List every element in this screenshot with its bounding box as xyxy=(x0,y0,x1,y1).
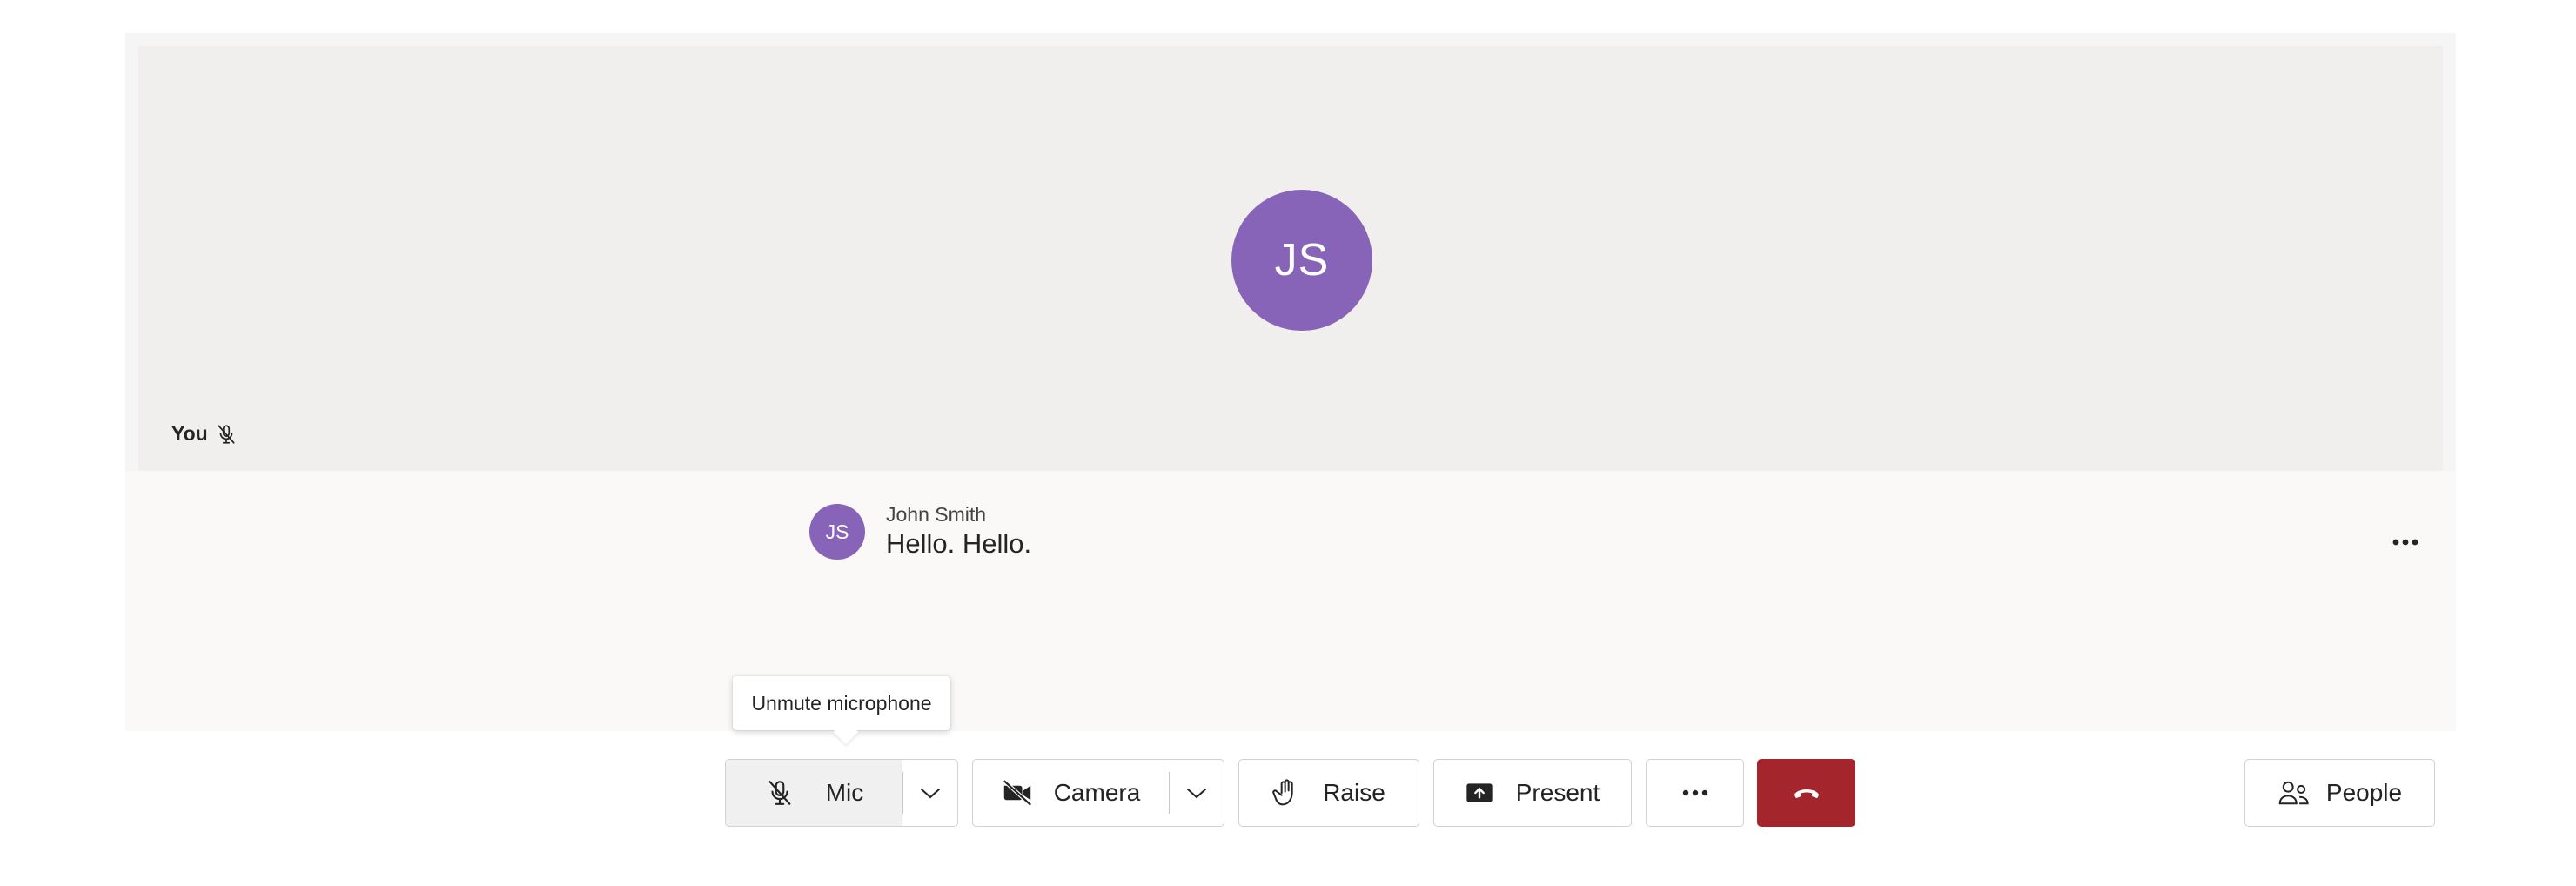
camera-off-icon xyxy=(1002,779,1033,807)
camera-label: Camera xyxy=(1053,779,1141,806)
live-captions: JS John Smith Hello. Hello. xyxy=(125,471,2456,731)
raise-hand-button[interactable]: Raise xyxy=(1238,759,1419,827)
camera-options-button[interactable] xyxy=(1170,760,1224,826)
present-button[interactable]: Present xyxy=(1433,759,1632,827)
mic-options-button[interactable] xyxy=(903,760,957,826)
leave-call-button[interactable] xyxy=(1757,759,1855,827)
camera-toggle-button[interactable]: Camera xyxy=(973,760,1169,826)
mic-label: Mic xyxy=(825,779,864,806)
people-label: People xyxy=(2325,779,2403,806)
mic-off-icon xyxy=(765,778,795,808)
caption-text: Hello. Hello. xyxy=(886,528,1032,559)
more-actions-button[interactable] xyxy=(1646,759,1744,827)
mic-control: Mic xyxy=(725,759,958,827)
hang-up-icon xyxy=(1792,785,1821,801)
self-avatar: JS xyxy=(1231,190,1372,331)
you-label-text: You xyxy=(171,422,208,445)
unmute-tooltip: Unmute microphone xyxy=(733,676,950,730)
self-name-label: You xyxy=(171,422,238,446)
chevron-down-icon xyxy=(919,786,942,800)
people-button[interactable]: People xyxy=(2244,759,2435,827)
mic-off-icon xyxy=(215,423,238,446)
caption-speaker-avatar: JS xyxy=(809,504,865,560)
chevron-down-icon xyxy=(1185,786,1208,800)
people-icon xyxy=(2277,780,2311,806)
meeting-stage: JS You JS John Smith Hello. Hello. xyxy=(125,33,2456,731)
share-screen-icon xyxy=(1466,781,1493,805)
self-video-tile: JS You xyxy=(138,46,2443,471)
more-options-icon xyxy=(1682,789,1708,796)
caption-speaker-name: John Smith xyxy=(886,503,987,526)
mic-toggle-button[interactable]: Mic xyxy=(726,760,902,826)
caption-more-options-icon[interactable] xyxy=(2386,523,2425,561)
hand-icon xyxy=(1272,777,1300,809)
raise-label: Raise xyxy=(1323,779,1385,806)
camera-control: Camera xyxy=(972,759,1224,827)
present-label: Present xyxy=(1515,779,1600,806)
